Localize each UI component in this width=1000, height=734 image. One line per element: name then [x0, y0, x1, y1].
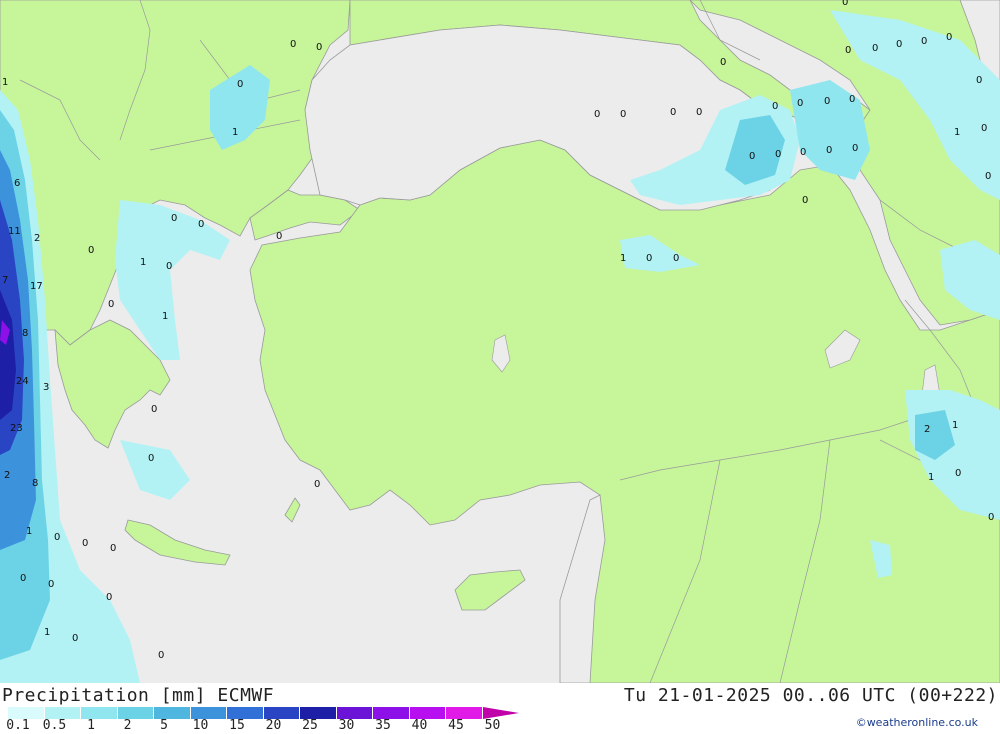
precip-value-label: 0 — [620, 109, 626, 120]
precip-value-label: 1 — [26, 526, 32, 537]
precip-value-label: 0 — [151, 404, 157, 415]
precip-value-label: 0 — [314, 479, 320, 490]
precip-value-label: 8 — [22, 328, 28, 339]
precip-value-label: 2 — [4, 470, 10, 481]
precip-value-label: 0 — [720, 57, 726, 68]
precip-value-label: 7 — [2, 275, 8, 286]
precip-value-label: 0 — [824, 96, 830, 107]
precip-value-label: 1 — [232, 127, 238, 138]
precip-value-label: 0 — [110, 543, 116, 554]
precip-value-label: 0 — [594, 109, 600, 120]
precip-value-label: 0 — [921, 36, 927, 47]
precip-value-label: 0 — [845, 45, 851, 56]
precip-value-label: 1 — [952, 420, 958, 431]
precip-value-label: 0 — [872, 43, 878, 54]
precip-value-label: 0 — [198, 219, 204, 230]
precip-value-label: 0 — [82, 538, 88, 549]
precip-value-label: 0 — [775, 149, 781, 160]
precip-value-label: 2 — [34, 233, 40, 244]
precip-value-label: 0 — [673, 253, 679, 264]
precip-value-label: 0 — [802, 195, 808, 206]
precip-value-label: 0 — [772, 101, 778, 112]
precip-value-label: 1 — [954, 127, 960, 138]
credit-link[interactable]: ©weatheronline.co.uk — [856, 716, 978, 729]
precip-value-label: 0 — [826, 145, 832, 156]
legend-label: 15 — [229, 718, 245, 733]
precip-value-label: 0 — [166, 261, 172, 272]
legend-label: 5 — [160, 718, 168, 733]
precip-value-label: 0 — [276, 231, 282, 242]
precip-value-label: 8 — [32, 478, 38, 489]
legend-label: 10 — [192, 718, 209, 733]
legend-label: 2 — [123, 718, 132, 733]
precip-value-label: 2 — [924, 424, 930, 435]
precip-value-label: 11 — [8, 226, 21, 237]
footer: Precipitation [mm] ECMWF Tu 21-01-2025 0… — [0, 683, 1000, 733]
precip-value-label: 0 — [896, 39, 902, 50]
precip-value-label: 17 — [30, 281, 43, 292]
precip-value-label: 0 — [849, 94, 855, 105]
precip-value-label: 24 — [16, 376, 29, 387]
precip-value-label: 0 — [981, 123, 987, 134]
precip-value-label: 0 — [670, 107, 676, 118]
precip-value-label: 0 — [955, 468, 961, 479]
precip-value-label: 1 — [44, 627, 50, 638]
precip-value-label: 0 — [646, 253, 652, 264]
precip-value-label: 0 — [946, 32, 952, 43]
legend-label: 50 — [484, 718, 501, 733]
precip-value-label: 0 — [696, 107, 702, 118]
precip-value-label: 0 — [852, 143, 858, 154]
precip-value-label: 0 — [797, 98, 803, 109]
precip-value-label: 0 — [108, 299, 114, 310]
precip-value-label: 0 — [54, 532, 60, 543]
chart-title: Precipitation [mm] ECMWF — [2, 685, 275, 706]
precip-value-label: 0 — [842, 0, 848, 8]
legend-label: 1 — [87, 718, 95, 733]
precip-value-label: 0 — [88, 245, 94, 256]
legend-label: 0.1 — [6, 718, 30, 733]
precip-value-label: 0 — [72, 633, 78, 644]
precip-value-label: 1 — [2, 77, 8, 88]
precip-value-label: 1 — [140, 257, 146, 268]
precip-value-label: 1 — [620, 253, 626, 264]
precipitation-map: 0 0 1 0 1 6 11 2 0 0 0 1 0 7 17 0 1 8 24 3 23 0 0 2 8 0 1 0 0 0 0 0 0 1 0 0… — [0, 0, 1000, 684]
precip-value-label: 0 — [158, 650, 164, 661]
precip-value-label: 0 — [988, 512, 994, 523]
legend-label: 40 — [411, 718, 428, 733]
precip-value-label: 0 — [237, 79, 243, 90]
precip-value-label: 0 — [148, 453, 154, 464]
precip-value-label: 0 — [106, 592, 112, 603]
precip-value-label: 0 — [171, 213, 177, 224]
precip-value-label: 0 — [976, 75, 982, 86]
legend-labels: 0.1 0.5 1 2 5 10 15 20 25 30 35 40 45 50 — [0, 718, 530, 734]
precip-value-label: 1 — [162, 311, 168, 322]
precip-value-label: 0 — [316, 42, 322, 53]
precip-value-label: 3 — [43, 382, 49, 393]
precip-value-label: 0 — [290, 39, 296, 50]
precip-value-label: 0 — [800, 147, 806, 158]
legend-label: 0.5 — [42, 718, 67, 733]
precip-value-label: 6 — [14, 178, 20, 189]
precip-value-label: 23 — [10, 423, 23, 434]
precip-value-label: 0 — [48, 579, 54, 590]
legend-label: 25 — [302, 718, 318, 733]
legend-label: 30 — [338, 718, 355, 733]
legend-label: 35 — [375, 718, 391, 733]
precip-value-label: 0 — [20, 573, 26, 584]
legend-label: 45 — [448, 718, 464, 733]
precip-value-label: 0 — [749, 151, 755, 162]
precip-value-label: 1 — [928, 472, 934, 483]
precip-value-label: 0 — [985, 171, 991, 182]
forecast-datetime: Tu 21-01-2025 00..06 UTC (00+222) — [623, 685, 998, 706]
legend-label: 20 — [265, 718, 282, 733]
